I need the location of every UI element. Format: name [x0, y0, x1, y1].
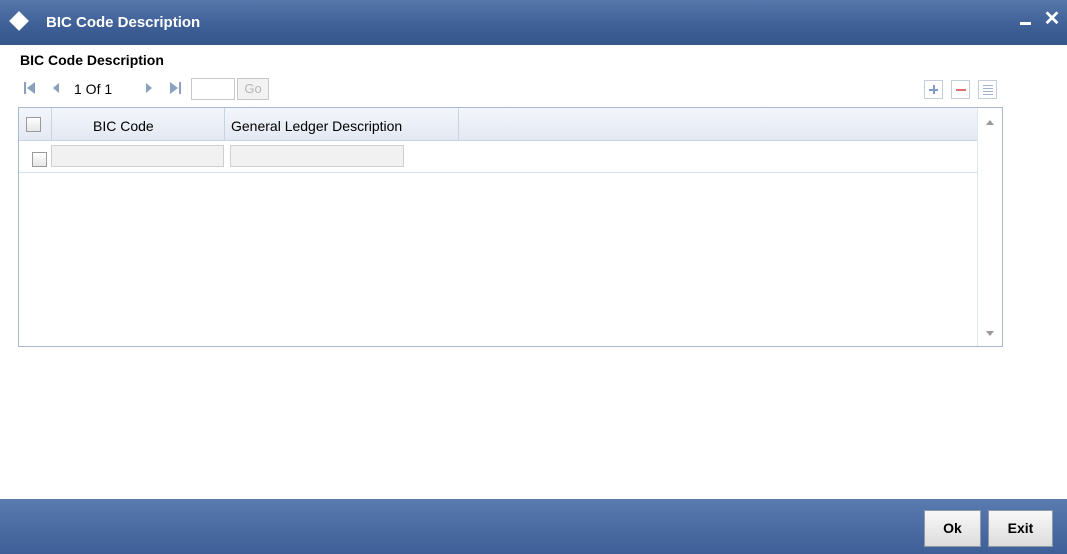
column-header-general-ledger-description: General Ledger Description	[231, 118, 403, 134]
vertical-scrollbar[interactable]	[977, 108, 1002, 346]
scroll-up-icon[interactable]	[986, 120, 994, 125]
grid-header: BIC Code General Ledger Description	[19, 108, 977, 141]
footer-bar: Ok Exit	[0, 499, 1067, 554]
window-diamond-icon	[9, 11, 29, 31]
grid-toolbar: 1 Of 1 Go	[18, 78, 1002, 102]
previous-page-icon[interactable]	[52, 81, 60, 95]
minimize-icon[interactable]	[1017, 10, 1035, 28]
row-select-checkbox[interactable]	[32, 152, 47, 167]
section-title: BIC Code Description	[20, 52, 164, 68]
single-record-view-icon[interactable]	[978, 80, 997, 99]
title-bar[interactable]: BIC Code Description ✕	[0, 0, 1067, 45]
pager-status: 1 Of 1	[74, 81, 113, 97]
add-row-icon[interactable]	[924, 80, 943, 99]
close-icon[interactable]: ✕	[1042, 9, 1062, 30]
bic-code-field[interactable]	[51, 145, 224, 167]
delete-row-icon[interactable]	[951, 80, 970, 99]
select-all-checkbox[interactable]	[26, 117, 41, 132]
last-page-icon[interactable]	[169, 81, 181, 95]
bic-code-grid: BIC Code General Ledger Description	[18, 107, 1003, 347]
next-page-icon[interactable]	[145, 81, 153, 95]
general-ledger-description-field[interactable]	[230, 145, 404, 167]
bic-code-description-window: BIC Code Description ✕ BIC Code Descript…	[0, 0, 1067, 554]
exit-button[interactable]: Exit	[988, 510, 1053, 547]
table-row	[19, 142, 977, 173]
column-header-bic-code: BIC Code	[93, 118, 154, 134]
scroll-down-icon[interactable]	[986, 331, 994, 336]
go-button[interactable]: Go	[237, 78, 269, 100]
first-page-icon[interactable]	[24, 81, 36, 95]
page-number-input[interactable]	[191, 78, 235, 100]
ok-button[interactable]: Ok	[924, 510, 981, 547]
window-title: BIC Code Description	[46, 14, 201, 31]
